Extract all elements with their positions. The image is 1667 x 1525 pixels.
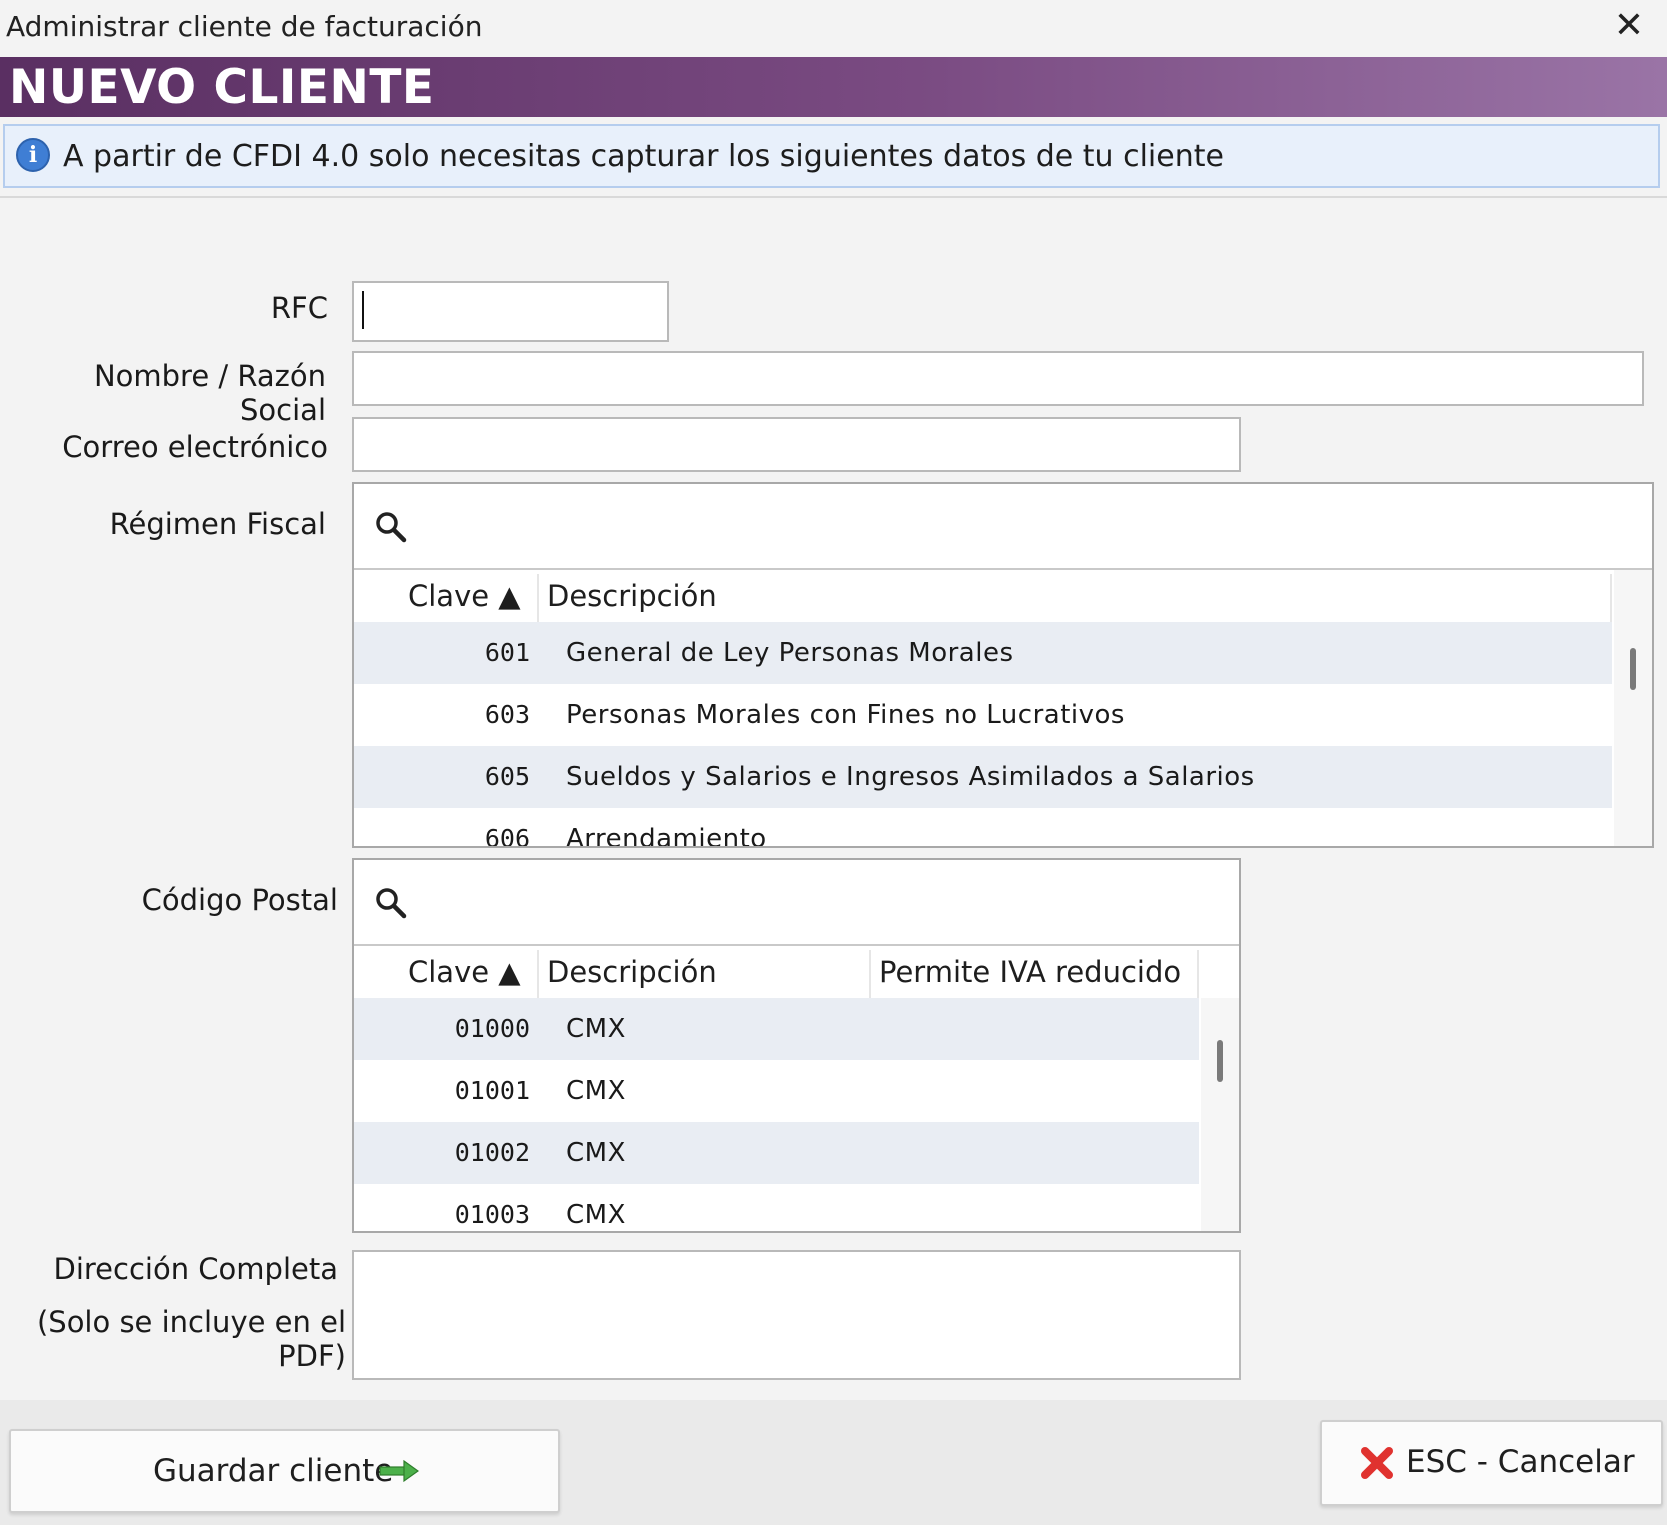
direccion-sublabel: (Solo se incluye en el PDF) <box>36 1305 346 1373</box>
cell-clave: 606 <box>484 824 530 846</box>
cell-descripcion: CMX <box>566 1138 626 1168</box>
table-row[interactable]: 605 Sueldos y Salarios e Ingresos Asimil… <box>354 746 1612 808</box>
save-button[interactable]: Guardar cliente <box>9 1429 560 1513</box>
table-row[interactable]: 01002 CMX <box>354 1122 1199 1184</box>
table-row[interactable]: 606 Arrendamiento <box>354 808 1612 846</box>
cell-descripcion: Sueldos y Salarios e Ingresos Asimilados… <box>566 762 1255 792</box>
cell-descripcion: Personas Morales con Fines no Lucrativos <box>566 700 1125 730</box>
window-titlebar: Administrar cliente de facturación ✕ <box>0 0 1667 57</box>
codigo-postal-grid-header: Clave ▲ Descripción Permite IVA reducido <box>354 946 1199 999</box>
rfc-input[interactable] <box>352 281 669 342</box>
search-icon <box>376 888 407 919</box>
close-icon[interactable]: ✕ <box>1609 6 1649 46</box>
column-separator <box>537 574 539 622</box>
codigo-postal-scrollbar[interactable] <box>1201 998 1239 1231</box>
info-bar: i A partir de CFDI 4.0 solo necesitas ca… <box>3 124 1660 188</box>
cell-descripcion: General de Ley Personas Morales <box>566 638 1014 668</box>
header-banner: NUEVO CLIENTE <box>0 57 1667 117</box>
column-header-clave[interactable]: Clave ▲ <box>408 570 528 622</box>
table-row[interactable]: 601 General de Ley Personas Morales <box>354 622 1612 684</box>
divider <box>0 196 1667 198</box>
cell-descripcion: CMX <box>566 1200 626 1230</box>
column-header-descripcion[interactable]: Descripción <box>547 946 867 998</box>
nombre-label: Nombre / Razón Social <box>93 359 326 427</box>
cancel-button-label: ESC - Cancelar <box>1406 1444 1635 1480</box>
codigo-postal-grid-rows: 01000 CMX 01001 CMX 01002 CMX 01003 CMX <box>354 998 1199 1231</box>
cell-clave: 01001 <box>454 1076 530 1105</box>
cell-clave: 601 <box>484 638 530 667</box>
column-separator <box>537 950 539 998</box>
cell-clave: 01003 <box>454 1200 530 1229</box>
cell-clave: 605 <box>484 762 530 791</box>
arrow-right-icon <box>379 1459 419 1483</box>
window-title: Administrar cliente de facturación <box>6 10 483 43</box>
regimen-picker: Clave ▲ Descripción 601 General de Ley P… <box>352 482 1654 848</box>
cell-clave: 01000 <box>454 1014 530 1043</box>
column-header-iva[interactable]: Permite IVA reducido <box>879 946 1189 998</box>
rfc-label: RFC <box>270 291 328 325</box>
info-text: A partir de CFDI 4.0 solo necesitas capt… <box>63 139 1224 174</box>
column-header-clave[interactable]: Clave ▲ <box>408 946 528 998</box>
scrollbar-thumb[interactable] <box>1217 1040 1223 1082</box>
cell-clave: 603 <box>484 700 530 729</box>
save-button-label: Guardar cliente <box>153 1453 394 1489</box>
codigo-postal-label: Código Postal <box>141 883 338 917</box>
correo-label: Correo electrónico <box>62 430 328 464</box>
cell-descripcion: CMX <box>566 1076 626 1106</box>
regimen-search-input[interactable] <box>354 484 1652 570</box>
text-caret <box>362 291 364 329</box>
codigo-postal-search-input[interactable] <box>354 860 1239 946</box>
table-row[interactable]: 603 Personas Morales con Fines no Lucrat… <box>354 684 1612 746</box>
column-separator <box>869 950 871 998</box>
column-separator <box>1610 574 1612 622</box>
footer-bar: Guardar cliente ESC - Cancelar <box>0 1400 1667 1525</box>
scrollbar-thumb[interactable] <box>1630 648 1636 690</box>
correo-input[interactable] <box>352 417 1241 472</box>
red-x-icon <box>1361 1447 1393 1479</box>
regimen-grid-header: Clave ▲ Descripción <box>354 570 1612 623</box>
column-separator <box>1197 950 1199 998</box>
table-row[interactable]: 01000 CMX <box>354 998 1199 1060</box>
cell-clave: 01002 <box>454 1138 530 1167</box>
regimen-label: Régimen Fiscal <box>109 507 326 541</box>
info-icon: i <box>16 138 50 172</box>
regimen-scrollbar[interactable] <box>1614 570 1652 846</box>
table-row[interactable]: 01003 CMX <box>354 1184 1199 1231</box>
table-row[interactable]: 01001 CMX <box>354 1060 1199 1122</box>
direccion-label: Dirección Completa <box>53 1252 339 1286</box>
cell-descripcion: CMX <box>566 1014 626 1044</box>
column-header-descripcion[interactable]: Descripción <box>547 570 1147 622</box>
search-icon <box>376 512 407 543</box>
direccion-textarea[interactable] <box>352 1250 1241 1380</box>
page-title: NUEVO CLIENTE <box>9 60 435 115</box>
nombre-input[interactable] <box>352 351 1644 406</box>
cancel-button[interactable]: ESC - Cancelar <box>1320 1420 1663 1506</box>
codigo-postal-picker: Clave ▲ Descripción Permite IVA reducido… <box>352 858 1241 1233</box>
regimen-grid-rows: 601 General de Ley Personas Morales 603 … <box>354 622 1612 846</box>
cell-descripcion: Arrendamiento <box>566 824 767 846</box>
